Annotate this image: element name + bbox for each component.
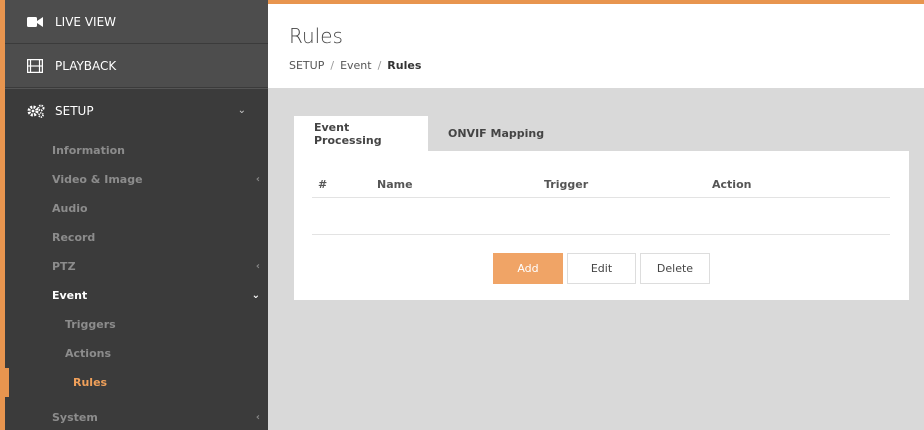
rules-panel: # Name Trigger Action Add Edit Delete (294, 151, 909, 300)
column-action: Action (712, 178, 752, 191)
nav-item-label: Record (52, 231, 96, 244)
breadcrumb-current: Rules (387, 59, 422, 72)
nav-live-view-label: LIVE VIEW (55, 14, 117, 29)
table-header: # Name Trigger Action (312, 176, 890, 198)
nav-item-label: Rules (73, 376, 108, 389)
nav-item-event[interactable]: Event ⌄ (5, 281, 268, 310)
sidebar: LIVE VIEW PLAYBACK SETUP ⌄ Information V… (0, 0, 268, 430)
breadcrumb: SETUP / Event / Rules (289, 59, 421, 72)
nav-setup-label: SETUP (55, 103, 94, 118)
chevron-left-icon: ‹ (255, 261, 260, 272)
chevron-down-icon: ⌄ (237, 105, 246, 116)
nav-setup[interactable]: SETUP ⌄ (5, 88, 268, 132)
nav-item-rules[interactable]: Rules (0, 368, 268, 397)
gears-icon (27, 104, 47, 118)
film-icon (27, 58, 47, 73)
nav-playback[interactable]: PLAYBACK (5, 44, 268, 88)
nav-item-system[interactable]: System ‹ (5, 403, 268, 430)
nav-item-label: Video & Image (52, 173, 143, 186)
table-row (312, 199, 890, 235)
chevron-left-icon: ‹ (255, 412, 260, 423)
nav-item-label: Audio (52, 202, 88, 215)
nav-live-view[interactable]: LIVE VIEW (5, 0, 268, 44)
nav-item-record[interactable]: Record (5, 223, 268, 252)
nav-item-label: Triggers (65, 318, 116, 331)
nav-item-ptz[interactable]: PTZ ‹ (5, 252, 268, 281)
column-trigger: Trigger (544, 178, 589, 191)
nav-item-video-image[interactable]: Video & Image ‹ (5, 165, 268, 194)
page-title: Rules (289, 24, 343, 48)
page-header: Rules SETUP / Event / Rules (268, 0, 924, 88)
delete-button[interactable]: Delete (640, 253, 710, 284)
tab-event-processing[interactable]: Event Processing (294, 116, 428, 151)
button-group: Add Edit Delete (493, 253, 710, 284)
nav-item-audio[interactable]: Audio (5, 194, 268, 223)
nav-item-label: System (52, 411, 98, 424)
tab-bar: Event Processing ONVIF Mapping (294, 116, 564, 151)
breadcrumb-event[interactable]: Event (340, 59, 372, 72)
nav-item-label: Information (52, 144, 125, 157)
edit-button[interactable]: Edit (567, 253, 636, 284)
chevron-down-icon: ⌄ (251, 290, 260, 301)
column-number: # (318, 178, 328, 191)
nav-item-label: PTZ (52, 260, 76, 273)
breadcrumb-separator: / (330, 59, 335, 72)
nav-item-label: Event (52, 289, 88, 302)
chevron-left-icon: ‹ (255, 174, 260, 185)
nav-item-information[interactable]: Information (5, 136, 268, 165)
breadcrumb-separator: / (377, 59, 382, 72)
nav-item-triggers[interactable]: Triggers (5, 310, 268, 339)
nav-item-actions[interactable]: Actions (5, 339, 268, 368)
nav-playback-label: PLAYBACK (55, 58, 117, 73)
add-button[interactable]: Add (493, 253, 563, 284)
nav-item-label: Actions (65, 347, 111, 360)
breadcrumb-setup[interactable]: SETUP (289, 59, 324, 72)
video-camera-icon (27, 16, 47, 28)
tab-onvif-mapping[interactable]: ONVIF Mapping (428, 116, 564, 151)
column-name: Name (377, 178, 413, 191)
